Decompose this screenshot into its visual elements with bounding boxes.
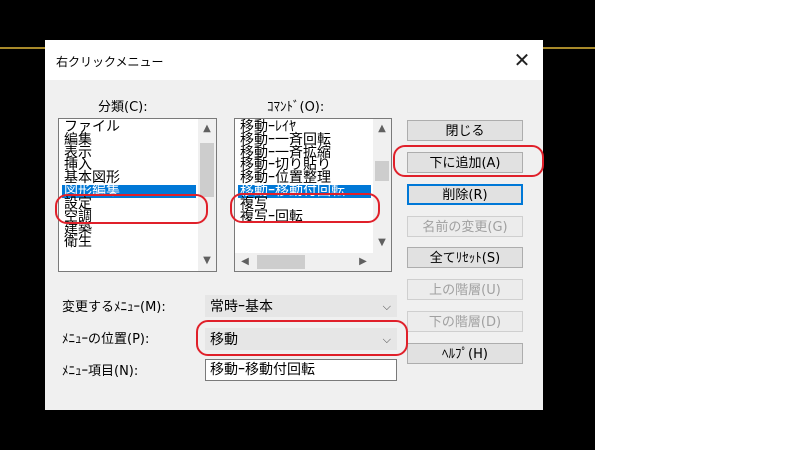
menu-position-label: ﾒﾆｭｰの位置(P): <box>62 332 150 347</box>
category-vscrollbar[interactable]: ▲ ▼ <box>198 119 216 271</box>
add-below-button[interactable]: 下に追加(A) <box>407 152 523 173</box>
dialog-title: 右クリックメニュー <box>56 55 164 69</box>
gold-divider-left <box>0 47 45 49</box>
menu-item-input[interactable]: 移動ｰ移動付回転 <box>205 359 397 381</box>
menu-item-label: ﾒﾆｭｰ項目(N): <box>62 364 139 379</box>
reset-all-button[interactable]: 全てﾘｾｯﾄ(S) <box>407 247 523 268</box>
title-bar: 右クリックメニュー ✕ <box>45 40 543 80</box>
command-items: 移動ｰﾚｲﾔ 移動ｰ一斉回転 移動ｰ一斉拡縮 移動ｰ切り貼り 移動ｰ位置整理 移動ｰ移動付… <box>238 120 371 251</box>
level-down-button[interactable]: 下の階層(D) <box>407 311 523 332</box>
category-items: ファイル 編集 表示 挿入 基本図形 図形編集 設定 空調 建築 衛生 <box>62 120 196 249</box>
category-listbox[interactable]: ファイル 編集 表示 挿入 基本図形 図形編集 設定 空調 建築 衛生 ▲ ▼ <box>58 118 217 272</box>
close-icon[interactable]: ✕ <box>509 48 535 72</box>
level-up-button[interactable]: 上の階層(U) <box>407 279 523 300</box>
command-label: ｺﾏﾝﾄﾞ(O): <box>267 100 325 115</box>
scroll-left-icon[interactable]: ◀ <box>237 253 253 271</box>
category-label: 分類(C): <box>98 100 148 115</box>
scroll-right-icon[interactable]: ▶ <box>355 253 371 271</box>
category-list-item[interactable]: 衛生 <box>62 235 196 249</box>
command-hscroll-thumb[interactable] <box>257 255 305 269</box>
gold-divider-right <box>543 47 595 49</box>
change-menu-value: 常時ｰ基本 <box>210 299 273 315</box>
delete-button[interactable]: 削除(R) <box>407 184 523 205</box>
category-scroll-thumb[interactable] <box>200 143 214 197</box>
close-button[interactable]: 閉じる <box>407 120 523 141</box>
rename-button[interactable]: 名前の変更(G) <box>407 216 523 237</box>
command-listbox[interactable]: 移動ｰﾚｲﾔ 移動ｰ一斉回転 移動ｰ一斉拡縮 移動ｰ切り貼り 移動ｰ位置整理 移動ｰ移動付… <box>234 118 392 272</box>
scroll-up-icon[interactable]: ▲ <box>198 121 216 137</box>
scroll-down-icon[interactable]: ▼ <box>373 235 391 251</box>
command-list-item[interactable]: 複写ｰ回転 <box>238 210 371 224</box>
right-click-menu-dialog: 右クリックメニュー ✕ 分類(C): ファイル 編集 表示 挿入 基本図形 図形編集 設定空… <box>45 40 543 410</box>
chevron-down-icon: ⌵ <box>382 333 391 346</box>
command-scroll-thumb[interactable] <box>375 161 389 181</box>
menu-position-dropdown[interactable]: 移動 ⌵ <box>205 328 397 350</box>
change-menu-label: 変更するﾒﾆｭｰ(M): <box>62 300 166 315</box>
chevron-down-icon: ⌵ <box>382 300 391 313</box>
scroll-down-icon[interactable]: ▼ <box>198 253 216 269</box>
scroll-up-icon[interactable]: ▲ <box>373 121 391 137</box>
menu-position-value: 移動 <box>210 332 238 348</box>
command-vscrollbar[interactable]: ▲ ▼ <box>373 119 391 253</box>
change-menu-dropdown[interactable]: 常時ｰ基本 ⌵ <box>205 295 397 317</box>
command-hscrollbar[interactable]: ◀ ▶ <box>235 253 391 271</box>
help-button[interactable]: ﾍﾙﾌﾟ(H) <box>407 343 523 364</box>
